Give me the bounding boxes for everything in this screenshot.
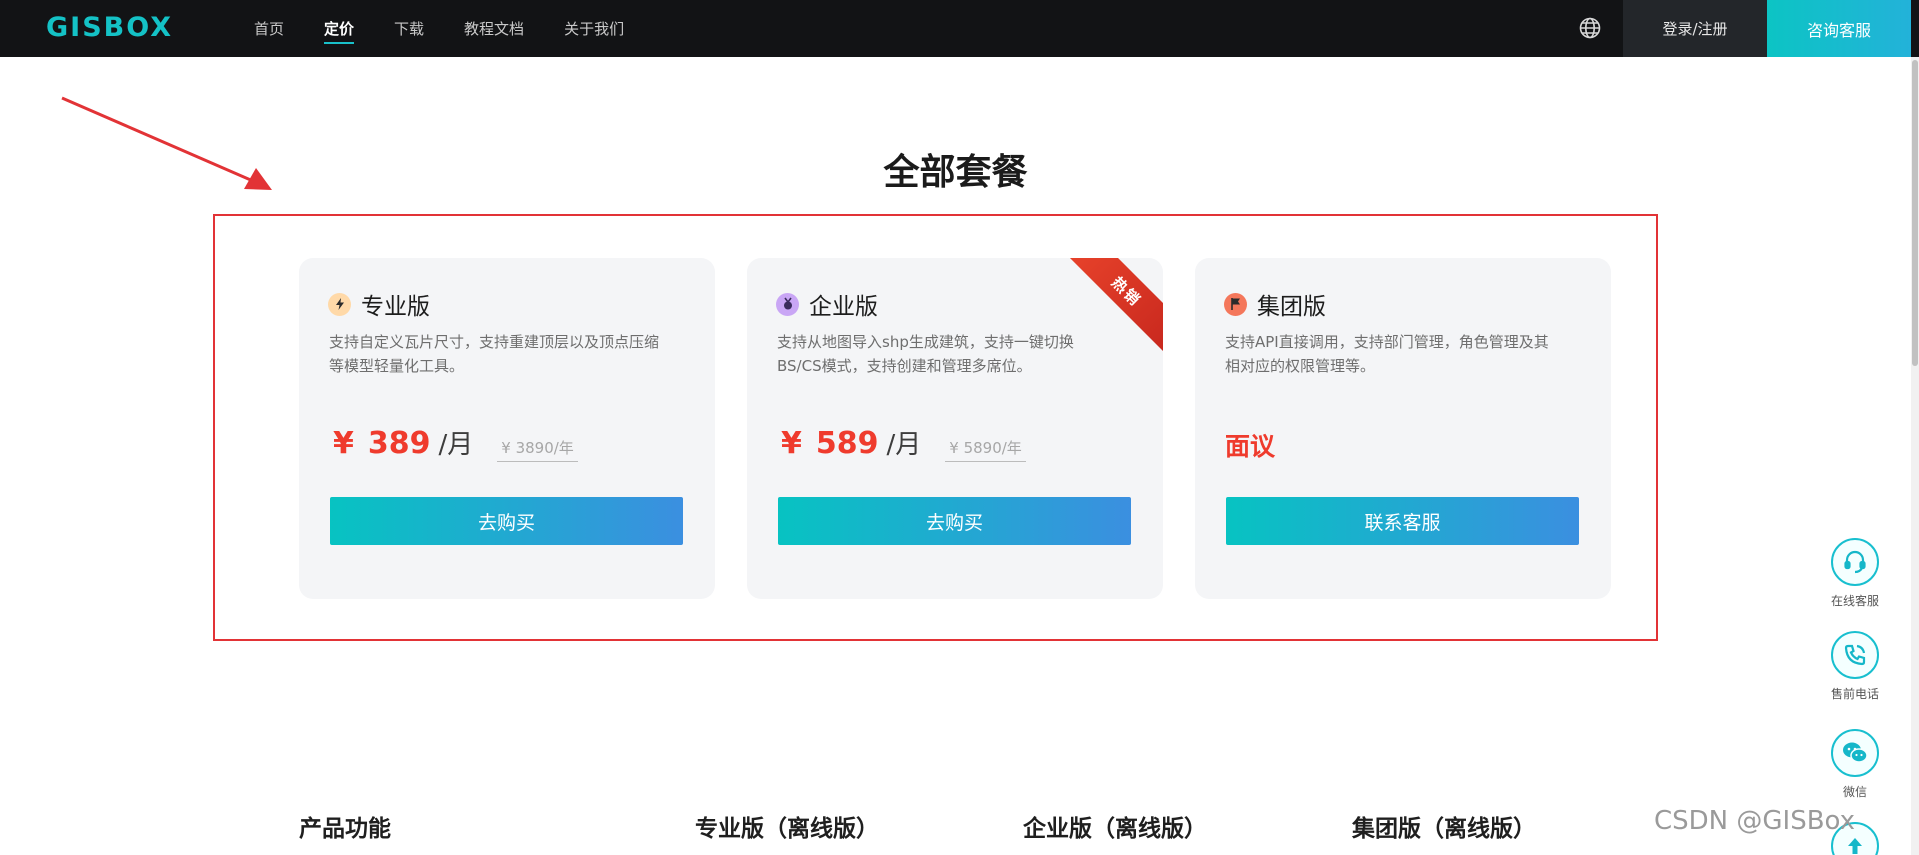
nav-link-download[interactable]: 下载 (394, 0, 424, 57)
plan-description: 支持API直接调用，支持部门管理，角色管理及其 相对应的权限管理等。 (1225, 330, 1585, 378)
top-nav: GISBOX 首页 定价 下载 教程文档 关于我们 登录/注册 咨询客服 (0, 0, 1919, 57)
plan-description-line: 相对应的权限管理等。 (1225, 357, 1376, 375)
watermark: CSDN @GISBox (1654, 806, 1856, 836)
plan-description-line: 支持自定义瓦片尺寸，支持重建顶层以及顶点压缩 (329, 333, 660, 351)
lightning-icon (328, 292, 351, 316)
plan-description-line: 等模型轻量化工具。 (329, 357, 465, 375)
buy-button[interactable]: 去购买 (330, 497, 683, 545)
plan-description-line: 支持从地图导入shp生成建筑，支持一键切换 (777, 333, 1074, 351)
price-symbol: ¥ (333, 426, 354, 461)
plan-card-enterprise: 热销 企业版 支持从地图导入shp生成建筑，支持一键切换 BS/CS模式，支持创… (747, 258, 1163, 599)
price-yearly: ¥ 3890/年 (497, 437, 578, 462)
plan-card-group: 集团版 支持API直接调用，支持部门管理，角色管理及其 相对应的权限管理等。 面… (1195, 258, 1611, 599)
plan-header: 集团版 (1224, 287, 1326, 321)
consult-service-button[interactable]: 咨询客服 (1767, 0, 1911, 57)
price-row: ¥ 589 /月 ¥ 5890/年 (781, 424, 1026, 462)
section-title: 全部套餐 (883, 152, 1028, 193)
price-unit: /月 (886, 430, 922, 460)
plan-name: 企业版 (809, 294, 878, 320)
side-presale-phone[interactable]: 售前电话 (1822, 631, 1888, 702)
price-value: 589 (815, 426, 879, 461)
globe-icon[interactable] (1578, 16, 1602, 40)
plan-name: 集团版 (1257, 294, 1326, 320)
plan-description: 支持自定义瓦片尺寸，支持重建顶层以及顶点压缩 等模型轻量化工具。 (329, 330, 689, 378)
price-unit: /月 (438, 430, 474, 460)
flag-icon (1224, 292, 1247, 316)
scrollbar-thumb[interactable] (1912, 60, 1918, 366)
price-row: ¥ 389 /月 ¥ 3890/年 (333, 424, 578, 462)
side-wechat[interactable]: 微信 (1822, 729, 1888, 800)
price-symbol: ¥ (781, 426, 802, 461)
side-label: 在线客服 (1830, 594, 1879, 608)
side-label: 售前电话 (1830, 687, 1879, 701)
price-value: 389 (367, 426, 431, 461)
plan-header: 企业版 (776, 287, 878, 321)
price-negotiable: 面议 (1225, 432, 1276, 461)
plan-name: 专业版 (361, 294, 430, 320)
nav-link-docs[interactable]: 教程文档 (464, 0, 524, 57)
side-online-service[interactable]: 在线客服 (1822, 538, 1888, 609)
headset-icon[interactable] (1831, 538, 1879, 586)
contact-service-button[interactable]: 联系客服 (1226, 497, 1579, 545)
compare-header-professional: 专业版（离线版） (695, 816, 879, 842)
wechat-icon[interactable] (1831, 729, 1879, 777)
plan-description-line: BS/CS模式，支持创建和管理多席位。 (777, 357, 1032, 375)
nav-link-home[interactable]: 首页 (254, 0, 284, 57)
nav-links: 首页 定价 下载 教程文档 关于我们 (254, 0, 664, 57)
login-register-button[interactable]: 登录/注册 (1623, 0, 1767, 57)
buy-button[interactable]: 去购买 (778, 497, 1131, 545)
compare-header-group: 集团版（离线版） (1352, 816, 1536, 842)
compare-header-enterprise: 企业版（离线版） (1023, 816, 1207, 842)
medal-icon (776, 292, 799, 316)
logo[interactable]: GISBOX (46, 12, 173, 43)
plan-description-line: 支持API直接调用，支持部门管理，角色管理及其 (1225, 333, 1549, 351)
plan-description: 支持从地图导入shp生成建筑，支持一键切换 BS/CS模式，支持创建和管理多席位… (777, 330, 1137, 378)
compare-header-features: 产品功能 (299, 816, 391, 842)
pricing-page: GISBOX 首页 定价 下载 教程文档 关于我们 登录/注册 咨询客服 全部套… (0, 0, 1919, 855)
price-yearly: ¥ 5890/年 (945, 437, 1026, 462)
plan-card-professional: 专业版 支持自定义瓦片尺寸，支持重建顶层以及顶点压缩 等模型轻量化工具。 ¥ 3… (299, 258, 715, 599)
nav-link-pricing[interactable]: 定价 (324, 0, 355, 57)
plan-header: 专业版 (328, 287, 430, 321)
phone-icon[interactable] (1831, 631, 1879, 679)
nav-link-about[interactable]: 关于我们 (564, 0, 624, 57)
side-label: 微信 (1842, 785, 1867, 799)
